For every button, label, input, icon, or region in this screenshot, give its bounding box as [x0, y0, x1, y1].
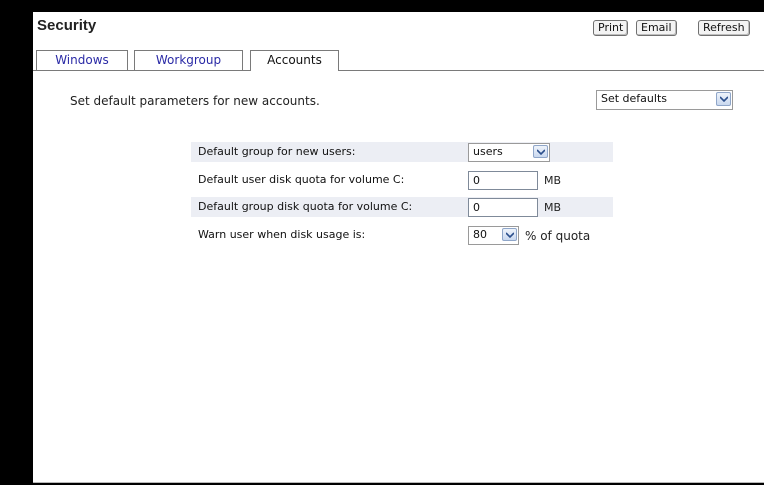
chevron-down-icon: [533, 145, 548, 158]
user-quota-input[interactable]: 0: [468, 171, 538, 190]
security-panel: Security Print Email Refresh Windows Wor…: [33, 12, 764, 483]
group-quota-unit: MB: [544, 201, 562, 214]
email-button[interactable]: Email: [636, 20, 677, 36]
warn-percent-value: 80: [473, 228, 487, 241]
set-defaults-value: Set defaults: [601, 92, 667, 105]
group-quota-input[interactable]: 0: [468, 198, 538, 217]
chevron-down-icon: [716, 92, 731, 106]
tab-accounts[interactable]: Accounts: [250, 50, 339, 71]
default-group-value: users: [473, 145, 503, 158]
default-group-label: Default group for new users:: [198, 145, 356, 158]
set-defaults-select[interactable]: Set defaults: [596, 90, 733, 110]
form-row-default-group: Default group for new users: users: [191, 142, 613, 162]
intro-text: Set default parameters for new accounts.: [70, 94, 320, 108]
warn-percent-select[interactable]: 80: [468, 226, 519, 245]
warn-unit: % of quota: [525, 229, 591, 243]
warn-label: Warn user when disk usage is:: [198, 228, 366, 241]
form-row-user-quota: Default user disk quota for volume C: 0 …: [191, 170, 613, 190]
chevron-down-icon: [502, 228, 517, 241]
tab-bar: Windows Workgroup Accounts: [33, 50, 764, 71]
user-quota-label: Default user disk quota for volume C:: [198, 173, 405, 186]
form-row-group-quota: Default group disk quota for volume C: 0…: [191, 197, 613, 217]
tab-windows[interactable]: Windows: [36, 50, 128, 70]
refresh-button[interactable]: Refresh: [698, 20, 750, 36]
default-group-select[interactable]: users: [468, 143, 550, 162]
print-button[interactable]: Print: [593, 20, 629, 36]
form-row-warn: Warn user when disk usage is: 80 % of qu…: [191, 225, 613, 245]
tab-workgroup[interactable]: Workgroup: [134, 50, 243, 70]
page-title: Security: [37, 17, 97, 34]
user-quota-unit: MB: [544, 174, 562, 187]
group-quota-label: Default group disk quota for volume C:: [198, 200, 413, 213]
